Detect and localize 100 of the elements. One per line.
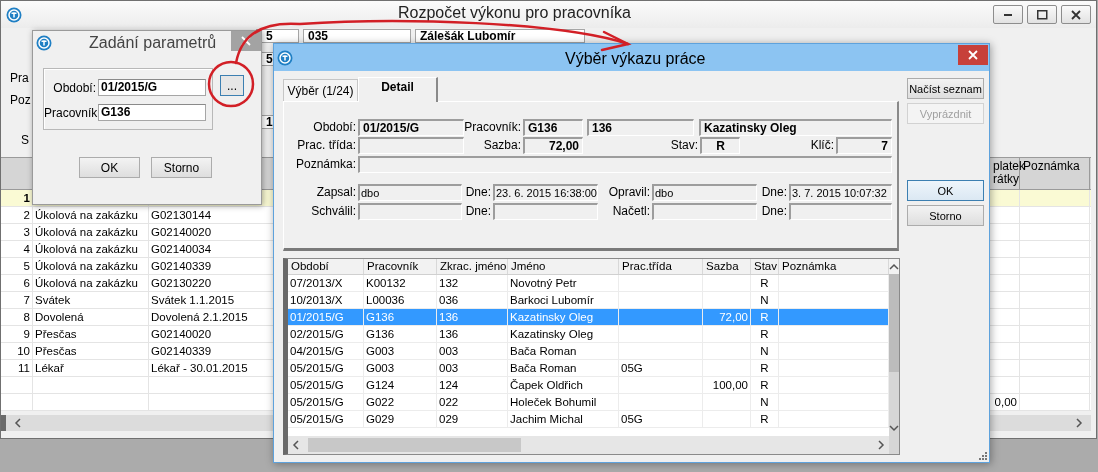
column-header: Prac.třída xyxy=(619,259,703,274)
table-cell: 029 xyxy=(437,411,508,427)
scroll-left-icon[interactable] xyxy=(292,439,300,451)
text-field[interactable]: G136 xyxy=(523,119,583,136)
scroll-up-icon[interactable] xyxy=(889,262,899,271)
row-number: 10 xyxy=(1,343,33,359)
list-row[interactable]: 02/2015/G G136 136 Kazatinsky Oleg R xyxy=(288,326,889,343)
scroll-right-icon[interactable] xyxy=(1075,417,1083,429)
text-field[interactable] xyxy=(358,137,464,154)
table-cell: 136 xyxy=(437,309,508,325)
close-icon xyxy=(240,35,252,47)
text-field[interactable]: 3. 7. 2015 10:07:32 xyxy=(789,184,892,201)
ok-button[interactable]: OK xyxy=(79,157,140,178)
table-cell: Čapek Oldřich xyxy=(508,377,619,393)
field-label: Pracovník xyxy=(44,105,96,120)
text-field[interactable]: Kazatinsky Oleg xyxy=(699,119,892,136)
column-header: Pracovník xyxy=(364,259,437,274)
table-cell: N xyxy=(751,394,779,410)
tab[interactable]: Výběr (1/24) xyxy=(283,79,358,101)
table-cell: R xyxy=(751,309,779,325)
logo-icon xyxy=(6,6,22,23)
browse-button[interactable]: ... xyxy=(220,75,244,96)
row-number: 8 xyxy=(1,309,33,325)
text-field[interactable]: 01/2015/G xyxy=(358,119,464,136)
field-label: Zapsal: xyxy=(315,184,357,201)
row-number: 7 xyxy=(1,292,33,308)
cancel-button[interactable]: Storno xyxy=(151,157,212,178)
scroll-right-icon[interactable] xyxy=(877,439,885,451)
field-label: Stav: xyxy=(669,137,699,154)
resize-grip-icon[interactable] xyxy=(979,452,987,460)
text-field[interactable]: G136 xyxy=(98,104,206,121)
field-label: Načetl: xyxy=(611,203,651,220)
scroll-down-icon[interactable] xyxy=(889,424,899,432)
text-field[interactable] xyxy=(789,203,892,220)
text-field[interactable]: 035 xyxy=(303,29,411,43)
horizontal-scrollbar[interactable] xyxy=(288,436,889,454)
vertical-scrollbar[interactable] xyxy=(889,259,899,436)
table-cell: G136 xyxy=(364,309,437,325)
text-field[interactable]: R xyxy=(700,137,740,154)
list-row[interactable]: 05/2015/G G003 003 Bača Roman 05G R xyxy=(288,360,889,377)
text-field[interactable]: dbo xyxy=(358,184,462,201)
row-number: 11 xyxy=(1,360,33,376)
field-label: Dne: xyxy=(760,203,788,220)
list-row[interactable]: 05/2015/G G022 022 Holeček Bohumil N xyxy=(288,394,889,411)
tab[interactable]: Detail xyxy=(358,77,438,102)
dialog-button[interactable]: Načíst seznam xyxy=(907,78,984,99)
table-cell: 01/2015/G xyxy=(288,309,364,325)
table-cell: Barkoci Lubomír xyxy=(508,292,619,308)
text-field[interactable] xyxy=(652,203,757,220)
text-field[interactable]: Zálešák Lubomír xyxy=(415,29,585,43)
list-row[interactable]: 05/2015/G G029 029 Jachim Michal 05G R xyxy=(288,411,889,428)
scroll-left-icon[interactable] xyxy=(14,417,22,429)
table-cell: R xyxy=(751,275,779,291)
text-field[interactable] xyxy=(493,203,598,220)
field-label: S xyxy=(21,133,29,147)
row-number: 4 xyxy=(1,241,33,257)
table-cell: K00132 xyxy=(364,275,437,291)
table-cell: Lékař xyxy=(33,360,149,376)
table-cell: Kazatinsky Oleg xyxy=(508,326,619,342)
text-field[interactable]: 23. 6. 2015 16:38:00 xyxy=(493,184,598,201)
row-number: 6 xyxy=(1,275,33,291)
list-row[interactable]: 04/2015/G G003 003 Bača Roman N xyxy=(288,343,889,360)
highlight-circle xyxy=(207,60,255,108)
text-field[interactable] xyxy=(358,203,462,220)
table-cell: 05G xyxy=(619,360,703,376)
dialog-title: Zadání parametrů xyxy=(89,34,217,52)
table-cell: Dovolená xyxy=(33,309,149,325)
table-cell: Přesčas xyxy=(33,343,149,359)
text-field[interactable]: 01/2015/G xyxy=(98,79,206,96)
text-field[interactable] xyxy=(358,156,892,173)
dialog-button[interactable]: Storno xyxy=(907,205,984,226)
field-label: Poznámka: xyxy=(294,156,357,173)
close-icon xyxy=(1071,9,1081,20)
table-cell: 036 xyxy=(437,292,508,308)
field-label: Sazba: xyxy=(482,137,522,154)
table-cell: Úkolová na zakázku xyxy=(33,224,149,240)
maximize-icon xyxy=(1036,9,1048,20)
table-cell: G124 xyxy=(364,377,437,393)
text-field[interactable]: 72,00 xyxy=(523,137,583,154)
text-field[interactable]: 136 xyxy=(587,119,694,136)
scrollbar-thumb[interactable] xyxy=(889,274,899,372)
text-field[interactable]: 7 xyxy=(836,137,892,154)
row-number: 2 xyxy=(1,207,33,223)
dialog-button[interactable]: OK xyxy=(907,180,984,201)
maximize-button[interactable] xyxy=(1027,5,1057,24)
table-cell: 100,00 xyxy=(703,377,751,393)
table-cell: Úkolová na zakázku xyxy=(33,258,149,274)
list-row[interactable]: 05/2015/G G124 124 Čapek Oldřich 100,00 R xyxy=(288,377,889,394)
table-cell: Bača Roman xyxy=(508,360,619,376)
table-cell: Svátek xyxy=(33,292,149,308)
scrollbar-thumb[interactable] xyxy=(308,438,521,452)
table-cell: 04/2015/G xyxy=(288,343,364,359)
list-row[interactable]: 07/2013/X K00132 132 Novotný Petr R xyxy=(288,275,889,292)
close-icon xyxy=(967,49,979,61)
table-cell: 10/2013/X xyxy=(288,292,364,308)
table-cell: 05/2015/G xyxy=(288,360,364,376)
minimize-button[interactable] xyxy=(993,5,1023,24)
close-button[interactable] xyxy=(1061,5,1091,24)
scrollbar-corner xyxy=(889,436,899,454)
text-field[interactable]: dbo xyxy=(652,184,757,201)
